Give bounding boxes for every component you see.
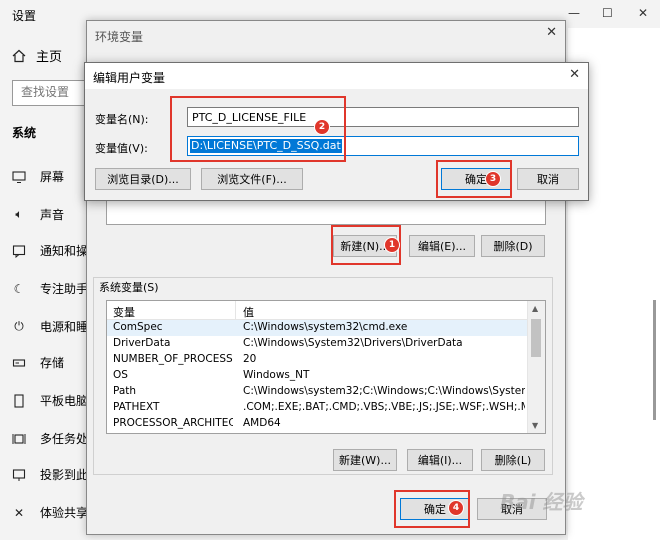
cell-variable: PROCESSOR_ARCHITECT... (113, 417, 233, 429)
cell-value: AMD64 (243, 417, 281, 429)
sidebar-item-label: 电源和睡 (40, 320, 89, 334)
sidebar-item-label: 存储 (40, 356, 65, 370)
cell-value: C:\Windows\System32\Drivers\DriverData (243, 337, 463, 349)
sidebar-item-label: 屏幕 (40, 170, 65, 184)
scroll-down-arrow-icon[interactable]: ▼ (532, 421, 538, 430)
system-new-button[interactable]: 新建(W)... (333, 449, 397, 471)
cell-value: C:\Windows\system32\cmd.exe (243, 321, 408, 333)
moon-icon: ☾ (13, 281, 25, 296)
step-badge-1: 1 (384, 237, 400, 253)
column-header-value[interactable]: 值 (243, 304, 254, 320)
watermark: Bai 经验 (500, 490, 583, 514)
cell-value: .COM;.EXE;.BAT;.CMD;.VBS;.VBE;.JS;.JSE;.… (243, 401, 525, 413)
step-badge-2: 2 (314, 119, 330, 135)
user-delete-button[interactable]: 删除(D) (481, 235, 545, 257)
cell-value: 20 (243, 353, 257, 365)
close-icon[interactable]: ✕ (546, 25, 557, 40)
variable-value-label: 变量值(V): (95, 142, 148, 155)
notification-icon (12, 244, 26, 258)
monitor-icon (12, 170, 26, 184)
table-row[interactable]: NUMBER_OF_PROCESSORS 20 (107, 352, 529, 368)
cell-variable: DriverData (113, 337, 171, 349)
table-row[interactable]: Path C:\Windows\system32;C:\Windows;C:\W… (107, 384, 529, 400)
sidebar-item-label: 专注助手 (40, 282, 89, 296)
sidebar-item-label: 平板电脑 (40, 394, 89, 408)
dialog-title: 环境变量 (95, 30, 144, 44)
sidebar-item-label: 投影到此 (40, 468, 89, 482)
tablet-icon (12, 393, 26, 408)
table-row[interactable]: PROCESSOR_ARCHITECT... AMD64 (107, 416, 529, 432)
settings-title: 设置 (12, 9, 37, 23)
step-badge-3: 3 (485, 171, 501, 187)
cell-variable: OS (113, 369, 128, 381)
section-label-system: 系统 (12, 126, 37, 140)
system-variables-label: 系统变量(S) (97, 279, 161, 295)
sidebar-item-label: 通知和操 (40, 244, 89, 258)
multitask-icon (12, 432, 26, 446)
cell-value: Windows_NT (243, 369, 310, 381)
cell-variable: ComSpec (113, 321, 163, 333)
power-icon: ⏻ (14, 319, 24, 333)
sidebar-item-label: 多任务处 (40, 432, 89, 446)
maximize-icon[interactable]: ☐ (602, 6, 613, 20)
edit-cancel-button[interactable]: 取消 (517, 168, 579, 190)
sidebar-item-display[interactable]: 屏幕 (12, 168, 64, 185)
browse-file-button[interactable]: 浏览文件(F)... (201, 168, 303, 190)
scroll-up-arrow-icon[interactable]: ▲ (532, 304, 538, 313)
share-icon: ✕ (13, 505, 25, 520)
speaker-icon: 🔈︎ (15, 207, 23, 221)
system-edit-button[interactable]: 编辑(I)... (407, 449, 473, 471)
column-divider[interactable] (235, 301, 236, 319)
cell-variable: Path (113, 385, 137, 397)
sidebar-item-storage[interactable]: 存储 (12, 354, 64, 371)
variable-name-label: 变量名(N): (95, 113, 149, 126)
sidebar-item-label: 体验共享 (40, 506, 89, 520)
close-icon[interactable]: ✕ (569, 67, 580, 82)
home-icon (12, 49, 26, 63)
cell-value: C:\Windows\system32;C:\Windows;C:\Window… (243, 385, 525, 397)
sidebar-item-shared-experiences[interactable]: ✕ 体验共享 (12, 504, 88, 521)
browse-directory-button[interactable]: 浏览目录(D)... (95, 168, 191, 190)
cell-variable: NUMBER_OF_PROCESSORS (113, 353, 233, 365)
sidebar-item-label: 主页 (36, 50, 63, 65)
column-header-variable[interactable]: 变量 (113, 304, 135, 320)
sidebar-item-label: 声音 (40, 208, 65, 222)
table-row[interactable]: ComSpec C:\Windows\system32\cmd.exe (107, 320, 529, 336)
sidebar-item-power[interactable]: ⏻ 电源和睡 (12, 318, 88, 335)
sidebar-item-focus-assist[interactable]: ☾ 专注助手 (12, 280, 88, 297)
table-scrollbar[interactable]: ▲ ▼ (527, 301, 545, 433)
system-delete-button[interactable]: 删除(L) (481, 449, 545, 471)
sidebar-item-project[interactable]: 投影到此 (12, 466, 88, 483)
sidebar-item-home[interactable]: 主页 (12, 46, 62, 65)
sidebar-item-tablet[interactable]: 平板电脑 (12, 392, 88, 409)
sidebar-item-sound[interactable]: 🔈︎ 声音 (12, 206, 64, 223)
settings-scrollbar[interactable] (653, 300, 656, 420)
projector-icon (12, 468, 26, 482)
table-row[interactable]: DriverData C:\Windows\System32\Drivers\D… (107, 336, 529, 352)
sidebar-item-multitasking[interactable]: 多任务处 (12, 430, 88, 447)
table-row[interactable]: OS Windows_NT (107, 368, 529, 384)
step-badge-4: 4 (448, 500, 464, 516)
dialog-titlebar: 编辑用户变量 ✕ (85, 63, 588, 89)
table-header: 变量 值 (107, 301, 529, 320)
sidebar-item-notifications[interactable]: 通知和操 (12, 242, 88, 259)
system-variables-table[interactable]: 变量 值 ComSpec C:\Windows\system32\cmd.exe… (106, 300, 546, 434)
close-icon[interactable]: ✕ (638, 6, 648, 20)
dialog-title: 编辑用户变量 (93, 71, 166, 85)
storage-icon (12, 356, 26, 370)
minimize-icon[interactable]: — (568, 6, 580, 20)
scrollbar-thumb[interactable] (531, 319, 541, 357)
table-row[interactable]: PATHEXT .COM;.EXE;.BAT;.CMD;.VBS;.VBE;.J… (107, 400, 529, 416)
cell-variable: PATHEXT (113, 401, 160, 413)
user-edit-button[interactable]: 编辑(E)... (409, 235, 475, 257)
